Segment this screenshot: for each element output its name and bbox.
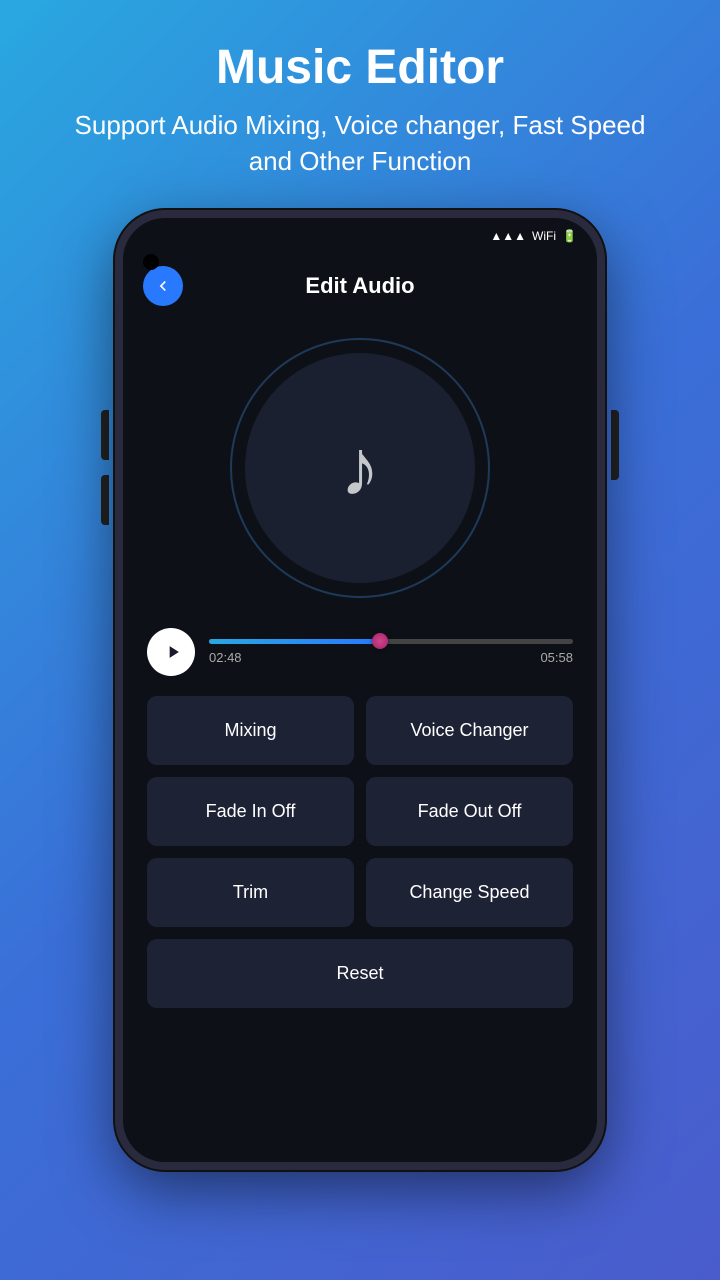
camera-hole — [143, 254, 159, 270]
fade-out-button[interactable]: Fade Out Off — [366, 777, 573, 846]
progress-container: 02:48 05:58 — [209, 639, 573, 665]
header-section: Music Editor Support Audio Mixing, Voice… — [0, 0, 720, 200]
app-title-heading: Music Editor — [60, 40, 660, 95]
play-icon — [163, 642, 183, 662]
music-note-icon: ♪ — [340, 428, 380, 508]
vol-down-button — [101, 475, 109, 525]
reset-button[interactable]: Reset — [147, 939, 573, 1008]
fade-in-button[interactable]: Fade In Off — [147, 777, 354, 846]
play-button[interactable] — [147, 628, 195, 676]
change-speed-button[interactable]: Change Speed — [366, 858, 573, 927]
progress-track[interactable] — [209, 639, 573, 644]
chevron-left-icon — [153, 276, 173, 296]
status-bar: ▲▲▲ WiFi 🔋 — [123, 218, 597, 254]
progress-thumb[interactable] — [372, 633, 388, 649]
phone-frame: ▲▲▲ WiFi 🔋 Edit Audio ♪ — [115, 210, 605, 1170]
signal-icon: ▲▲▲ — [490, 229, 526, 243]
time-row: 02:48 05:58 — [209, 650, 573, 665]
battery-icon: 🔋 — [562, 229, 577, 243]
progress-fill — [209, 639, 380, 644]
voice-changer-button[interactable]: Voice Changer — [366, 696, 573, 765]
album-art-outer: ♪ — [230, 338, 490, 598]
progress-row: 02:48 05:58 — [147, 628, 573, 676]
album-art-inner: ♪ — [245, 353, 475, 583]
screen-title: Edit Audio — [123, 273, 597, 299]
back-button[interactable] — [143, 266, 183, 306]
wifi-icon: WiFi — [532, 229, 556, 243]
total-time: 05:58 — [540, 650, 573, 665]
phone-wrapper: ▲▲▲ WiFi 🔋 Edit Audio ♪ — [115, 210, 605, 1170]
mixing-button[interactable]: Mixing — [147, 696, 354, 765]
vol-up-button — [101, 410, 109, 460]
player-area: ♪ 02:48 05:58 — [123, 318, 597, 1162]
trim-button[interactable]: Trim — [147, 858, 354, 927]
action-buttons-grid: Mixing Voice Changer Fade In Off Fade Ou… — [147, 696, 573, 927]
app-subtitle: Support Audio Mixing, Voice changer, Fas… — [60, 107, 660, 180]
status-icons: ▲▲▲ WiFi 🔋 — [490, 229, 577, 243]
app-bar: Edit Audio — [123, 254, 597, 318]
current-time: 02:48 — [209, 650, 242, 665]
power-button — [611, 410, 619, 480]
